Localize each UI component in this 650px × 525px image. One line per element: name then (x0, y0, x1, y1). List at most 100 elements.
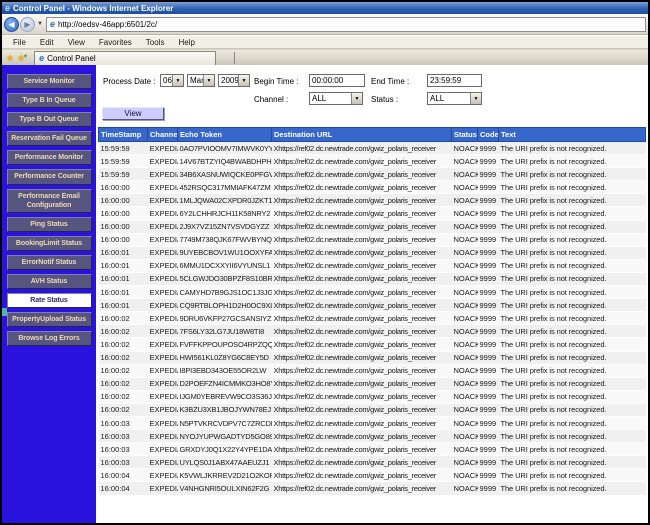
cell-destination-url: Xhttps://ref02.dc.newtrade.com/gwiz_pola… (272, 233, 452, 246)
cell-echo-token: 1MLJQWA02CXPDR0JZKT1 (178, 194, 272, 207)
cell-status: NOACK (452, 312, 478, 325)
cell-text: The URI prefix is not recognized. (499, 142, 646, 155)
cell-code: 9999 (478, 443, 499, 456)
cell-timestamp: 16:00:00 (99, 207, 148, 220)
sidebar-item-avh-status[interactable]: AVH Status (7, 274, 92, 289)
sidebar-item-reservation-fail-queue[interactable]: Reservation Fail Queue (7, 131, 92, 146)
favorites-star-icon[interactable]: ★ (6, 52, 14, 65)
tab-bar: ★ ★ e Control Panel (2, 50, 648, 65)
cell-timestamp: 16:00:02 (99, 338, 148, 351)
status-select[interactable]: ALL ▼ (427, 92, 482, 105)
sidebar-item-performance-counter[interactable]: Performance Counter (7, 169, 92, 184)
cell-channel: EXPEDIA (148, 443, 178, 456)
cell-timestamp: 16:00:01 (99, 259, 148, 272)
tab-control-panel[interactable]: e Control Panel (34, 51, 216, 65)
view-button[interactable]: View (102, 107, 164, 120)
date-month-select[interactable]: Mar ▼ (187, 74, 215, 87)
menu-help[interactable]: Help (171, 38, 201, 47)
column-header-timestamp: TimeStamp (99, 128, 148, 142)
cell-timestamp: 15:59:59 (99, 142, 148, 155)
cell-destination-url: Xhttps://ref02.dc.newtrade.com/gwiz_pola… (272, 220, 452, 233)
end-time-input[interactable] (427, 74, 482, 87)
cell-echo-token: CQ9RTBLOPH1D2H0OC9XL (178, 299, 272, 312)
address-bar-input[interactable]: e http://oedsv-46app:6501/2c/ (46, 17, 646, 32)
sidebar-item-type-b-out-queue[interactable]: Type B Out Queue (7, 112, 92, 127)
cell-text: The URI prefix is not recognized. (499, 272, 646, 285)
menu-edit[interactable]: Edit (33, 38, 61, 47)
table-row: 16:00:02EXPEDIAHWI561KL0Z8YG6C8EY5DXhttp… (99, 351, 646, 364)
page-favicon-icon: e (50, 20, 55, 29)
cell-code: 9999 (478, 272, 499, 285)
sidebar-item-bookinglimit-status[interactable]: BookingLimit Status (7, 236, 92, 251)
cell-channel: EXPEDIA (148, 155, 178, 168)
sidebar-item-rate-status[interactable]: Rate Status (7, 293, 92, 308)
cell-echo-token: FVFFKPPOUPOSO4RPZQQ8 (178, 338, 272, 351)
column-header-channel: Channel (148, 128, 178, 142)
table-row: 16:00:02EXPEDIA7FS6LY32LG7JU18W8TI8Xhttp… (99, 325, 646, 338)
sidebar-item-errornotif-status[interactable]: ErrorNotif Status (7, 255, 92, 270)
cell-status: NOACK (452, 469, 478, 482)
cell-code: 9999 (478, 207, 499, 220)
cell-code: 9999 (478, 312, 499, 325)
menu-file[interactable]: File (6, 38, 33, 47)
sidebar-item-ping-status[interactable]: Ping Status (7, 217, 92, 232)
begin-time-input[interactable] (309, 74, 365, 87)
cell-code: 9999 (478, 403, 499, 416)
cell-echo-token: 6Y2LCHHRJCH11K58NRY2 (178, 207, 272, 220)
window-title: Control Panel - Windows Internet Explore… (13, 4, 173, 13)
cell-destination-url: Xhttps://ref02.dc.newtrade.com/gwiz_pola… (272, 246, 452, 259)
cell-code: 9999 (478, 246, 499, 259)
cell-timestamp: 16:00:00 (99, 194, 148, 207)
sidebar: Service Monitor Type B In Queue Type B Out… (2, 65, 96, 523)
add-favorite-icon[interactable]: ★ (17, 52, 25, 65)
date-day-select[interactable]: 06 ▼ (160, 74, 184, 87)
cell-destination-url: Xhttps://ref02.dc.newtrade.com/gwiz_pola… (272, 456, 452, 469)
cell-channel: EXPEDIA (148, 246, 178, 259)
menu-favorites[interactable]: Favorites (92, 38, 139, 47)
cell-channel: EXPEDIA (148, 181, 178, 194)
results-grid: TimeStampChannelEcho TokenDestination UR… (98, 127, 646, 496)
table-row: 16:00:02EXPEDIA9DRU6VKFP27GCSANSIYZXhttp… (99, 312, 646, 325)
date-year-select[interactable]: 2009 ▼ (218, 74, 250, 87)
cell-echo-token: K3BZU3XB1JBOJYWN78EJ (178, 403, 272, 416)
process-date-label: Process Date : (103, 77, 155, 86)
page-body: Service Monitor Type B In Queue Type B Out… (2, 65, 648, 523)
cell-text: The URI prefix is not recognized. (499, 390, 646, 403)
sidebar-item-propertyupload-status[interactable]: PropertyUpload Status (7, 312, 92, 327)
table-row: 16:00:00EXPEDIA452RSQC317MMIAFK47ZMXhttp… (99, 181, 646, 194)
sidebar-item-performance-monitor[interactable]: Performance Monitor (7, 150, 92, 165)
back-button[interactable]: ◀ (4, 17, 19, 32)
end-time-label: End Time : (371, 77, 409, 86)
sidebar-item-browse-log-errors[interactable]: Browse Log Errors (7, 331, 92, 346)
cell-echo-token: UYLQS0J1ABX47AAEUZJ1 (178, 456, 272, 469)
cell-destination-url: Xhttps://ref02.dc.newtrade.com/gwiz_pola… (272, 272, 452, 285)
sidebar-item-service-monitor[interactable]: Service Monitor (7, 74, 92, 89)
cell-echo-token: 9DRU6VKFP27GCSANSIYZ (178, 312, 272, 325)
cell-code: 9999 (478, 351, 499, 364)
cell-channel: EXPEDIA (148, 259, 178, 272)
sidebar-item-performance-email-configuration[interactable]: Performance Email Configuration (7, 189, 92, 213)
table-row: 16:00:01EXPEDIA5CLGWJDO30BPZF8S10BRXhttp… (99, 272, 646, 285)
cell-channel: EXPEDIA (148, 207, 178, 220)
status-label: Status : (371, 95, 398, 104)
cell-destination-url: Xhttps://ref02.dc.newtrade.com/gwiz_pola… (272, 168, 452, 181)
cell-code: 9999 (478, 286, 499, 299)
cell-status: NOACK (452, 259, 478, 272)
channel-select[interactable]: ALL ▼ (309, 92, 363, 105)
cell-status: NOACK (452, 456, 478, 469)
menu-view[interactable]: View (61, 38, 92, 47)
cell-text: The URI prefix is not recognized. (499, 259, 646, 272)
menu-tools[interactable]: Tools (139, 38, 172, 47)
cell-echo-token: NYOJYUPWGADTYD5GO898 (178, 430, 272, 443)
cell-channel: EXPEDIA (148, 168, 178, 181)
chevron-down-icon: ▼ (238, 75, 249, 86)
cell-destination-url: Xhttps://ref02.dc.newtrade.com/gwiz_pola… (272, 286, 452, 299)
cell-echo-token: 7749M738QJK67FWVBYNQ (178, 233, 272, 246)
cell-text: The URI prefix is not recognized. (499, 430, 646, 443)
forward-button[interactable]: ▶ (20, 17, 35, 32)
cell-channel: EXPEDIA (148, 416, 178, 429)
history-dropdown-icon[interactable]: ▼ (36, 21, 46, 27)
sidebar-item-type-b-in-queue[interactable]: Type B In Queue (7, 93, 92, 108)
cell-status: NOACK (452, 168, 478, 181)
cell-status: NOACK (452, 482, 478, 495)
